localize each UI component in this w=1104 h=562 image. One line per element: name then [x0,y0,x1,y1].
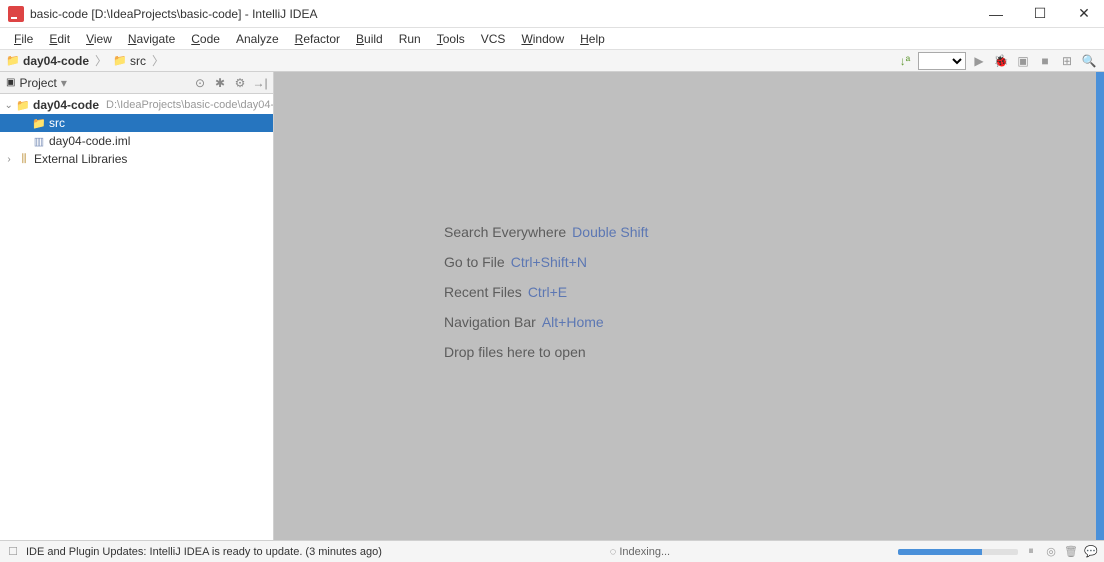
spinner-icon: ◌ [610,546,617,558]
panel-header: ▣ Project ▾ ⊙ ✱ ⚙ →| [0,72,273,94]
app-icon [8,6,24,22]
stop-icon[interactable]: ■ [1036,52,1054,70]
tree-external-libs[interactable]: › ⫼ External Libraries [0,150,273,168]
welcome-hints: Search Everywhere Double Shift Go to Fil… [444,224,648,360]
search-icon[interactable]: 🔍 [1080,52,1098,70]
trash-icon[interactable]: 🗑 [1064,545,1078,559]
menu-window[interactable]: Window [513,30,572,48]
hide-icon[interactable]: →| [253,76,267,90]
file-icon: ▥ [32,134,46,148]
hint-nav-bar: Navigation Bar Alt+Home [444,314,648,330]
inspections-icon[interactable]: ◎ [1044,545,1058,559]
project-icon: ▣ [6,77,15,88]
hint-label: Search Everywhere [444,224,566,240]
chevron-down-icon[interactable]: ⌄ [4,100,13,111]
scroll-target-icon[interactable]: ⊙ [193,76,207,90]
tree-item-iml[interactable]: ▥ day04-code.iml [0,132,273,150]
hint-label: Go to File [444,254,505,270]
minimize-button[interactable]: — [984,2,1008,26]
maximize-button[interactable]: ☐ [1028,2,1052,26]
nav-bar: 📁 day04-code 〉 📁 src 〉 ↓ª ▶ 🐞 ▣ ■ ⊞ 🔍 [0,50,1104,72]
pause-icon[interactable]: ⏸ [1024,545,1038,559]
indexing-progress [898,549,1018,555]
close-button[interactable]: ✕ [1072,2,1096,26]
tree-label: src [49,116,65,130]
folder-icon: 📁 [113,54,127,68]
run-config-select[interactable] [918,52,966,70]
menu-help[interactable]: Help [572,30,613,48]
hint-shortcut: Alt+Home [542,314,604,330]
hint-recent-files: Recent Files Ctrl+E [444,284,648,300]
hint-label: Recent Files [444,284,522,300]
status-message[interactable]: IDE and Plugin Updates: IntelliJ IDEA is… [26,546,382,558]
menu-build[interactable]: Build [348,30,391,48]
gear-icon[interactable]: ⚙ [233,76,247,90]
menu-vcs[interactable]: VCS [473,30,514,48]
window-title: basic-code [D:\IdeaProjects\basic-code] … [30,7,317,21]
module-icon: 📁 [16,98,30,112]
chevron-right-icon: 〉 [95,52,107,69]
title-bar: basic-code [D:\IdeaProjects\basic-code] … [0,0,1104,28]
hint-shortcut: Ctrl+E [528,284,567,300]
hint-label: Navigation Bar [444,314,536,330]
editor-area[interactable]: Search Everywhere Double Shift Go to Fil… [274,72,1104,540]
breadcrumb-label: src [130,54,146,68]
structure-icon[interactable]: ⊞ [1058,52,1076,70]
menu-file[interactable]: File [6,30,41,48]
menu-bar: File Edit View Navigate Code Analyze Ref… [0,28,1104,50]
breadcrumb-item-src[interactable]: 📁 src [113,54,146,68]
project-panel: ▣ Project ▾ ⊙ ✱ ⚙ →| ⌄ 📁 day04-code D:\I… [0,72,274,540]
breadcrumb-label: day04-code [23,54,89,68]
chevron-right-icon: 〉 [152,52,164,69]
source-folder-icon: 📁 [32,116,46,130]
menu-refactor[interactable]: Refactor [287,30,348,48]
breadcrumb: 📁 day04-code 〉 📁 src 〉 [6,52,166,69]
info-icon[interactable]: ☐ [6,545,20,559]
menu-view[interactable]: View [78,30,120,48]
panel-title: Project [19,76,56,90]
hint-shortcut: Ctrl+Shift+N [511,254,587,270]
library-icon: ⫼ [17,152,31,166]
tree-label: day04-code.iml [49,134,130,148]
menu-code[interactable]: Code [183,30,228,48]
notifications-icon[interactable]: 💬 [1084,545,1098,559]
hint-drop-files: Drop files here to open [444,344,648,360]
hint-label: Drop files here to open [444,344,586,360]
debug-icon[interactable]: 🐞 [992,52,1010,70]
indexing-label: Indexing... [619,546,670,558]
run-icon[interactable]: ▶ [970,52,988,70]
menu-tools[interactable]: Tools [429,30,473,48]
breadcrumb-item-root[interactable]: 📁 day04-code [6,54,89,68]
hint-shortcut: Double Shift [572,224,648,240]
project-tree: ⌄ 📁 day04-code D:\IdeaProjects\basic-cod… [0,94,273,540]
menu-navigate[interactable]: Navigate [120,30,183,48]
dropdown-icon[interactable]: ▾ [61,76,67,90]
main-area: ▣ Project ▾ ⊙ ✱ ⚙ →| ⌄ 📁 day04-code D:\I… [0,72,1104,540]
status-bar: ☐ IDE and Plugin Updates: IntelliJ IDEA … [0,540,1104,562]
folder-icon: 📁 [6,54,20,68]
tree-label: day04-code [33,98,99,112]
chevron-right-icon[interactable]: › [4,154,14,165]
tree-path: D:\IdeaProjects\basic-code\day04-co [106,99,273,111]
tree-label: External Libraries [34,152,127,166]
hint-goto-file: Go to File Ctrl+Shift+N [444,254,648,270]
menu-analyze[interactable]: Analyze [228,30,287,48]
tree-item-src[interactable]: 📁 src [0,114,273,132]
hint-search-everywhere: Search Everywhere Double Shift [444,224,648,240]
menu-edit[interactable]: Edit [41,30,78,48]
sort-icon[interactable]: ↓ª [896,52,914,70]
tree-root[interactable]: ⌄ 📁 day04-code D:\IdeaProjects\basic-cod… [0,96,273,114]
collapse-icon[interactable]: ✱ [213,76,227,90]
menu-run[interactable]: Run [391,30,429,48]
coverage-icon[interactable]: ▣ [1014,52,1032,70]
